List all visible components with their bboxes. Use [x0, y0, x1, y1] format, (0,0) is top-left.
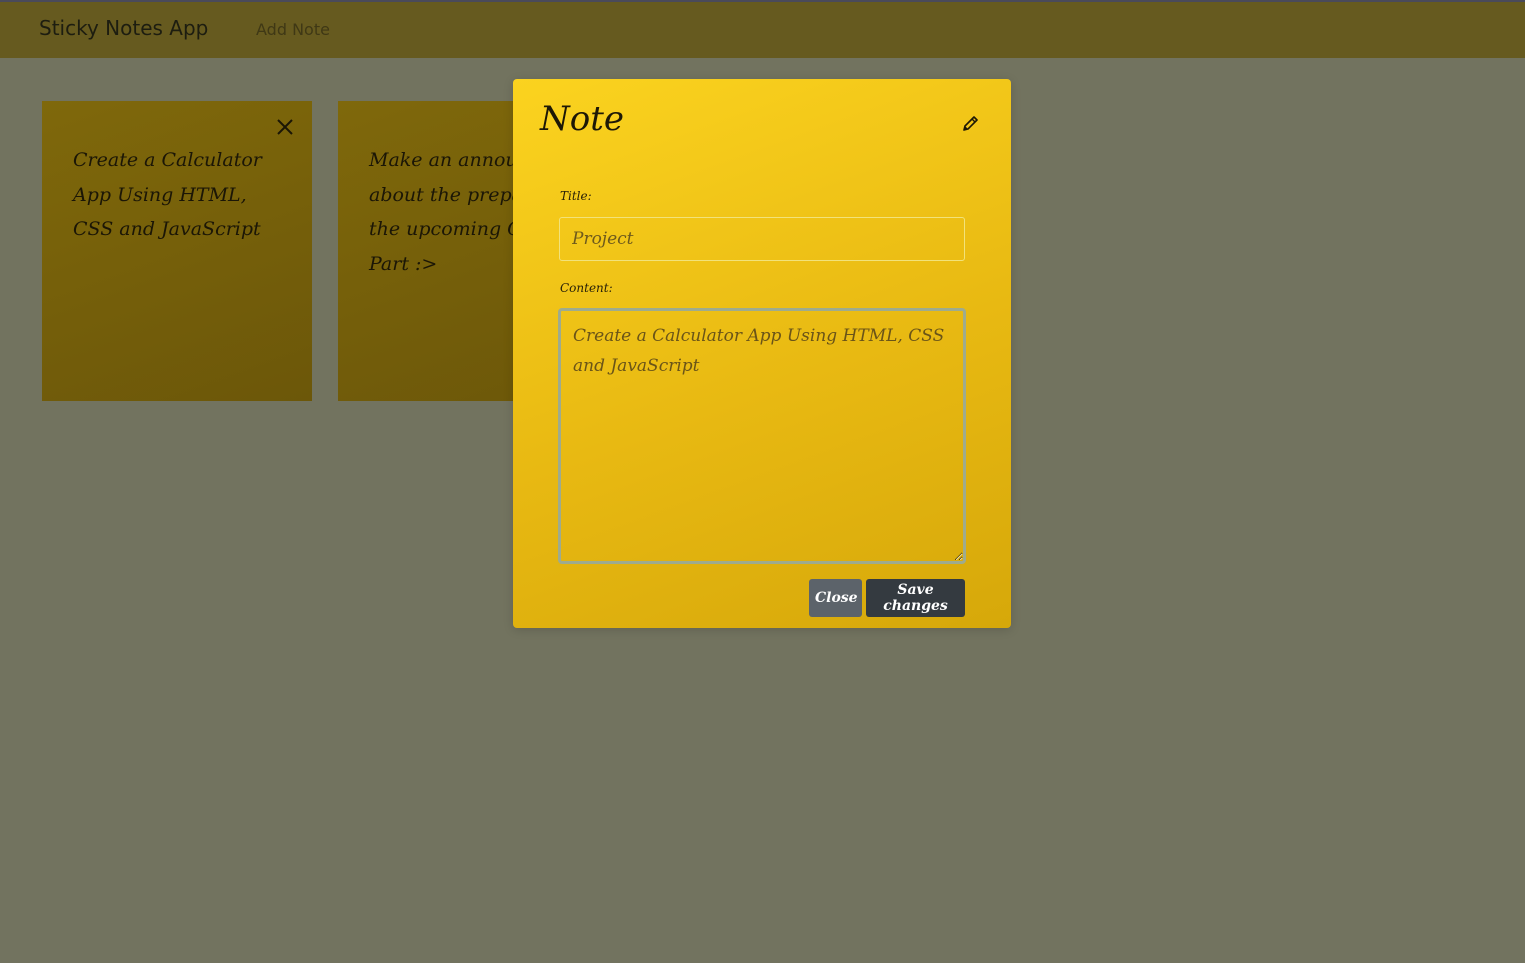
pencil-icon[interactable]: [962, 115, 979, 132]
content-label: Content:: [560, 281, 613, 295]
add-note-link[interactable]: Add Note: [256, 20, 330, 39]
brand-title[interactable]: Sticky Notes App: [39, 16, 208, 40]
navbar: Sticky Notes App Add Note: [0, 0, 1525, 58]
close-button[interactable]: Close: [809, 579, 862, 617]
content-textarea[interactable]: Create a Calculator App Using HTML, CSS …: [558, 308, 966, 564]
title-label: Title:: [560, 189, 592, 203]
close-icon[interactable]: [276, 117, 294, 137]
note-modal: Note Title: Content: Create a Calculator…: [513, 79, 1011, 628]
note-card[interactable]: Create a Calculator App Using HTML, CSS …: [42, 101, 312, 401]
modal-title: Note: [540, 99, 625, 139]
note-content: Create a Calculator App Using HTML, CSS …: [73, 149, 262, 240]
save-changes-button[interactable]: Save changes: [866, 579, 965, 617]
title-input[interactable]: [559, 217, 965, 261]
